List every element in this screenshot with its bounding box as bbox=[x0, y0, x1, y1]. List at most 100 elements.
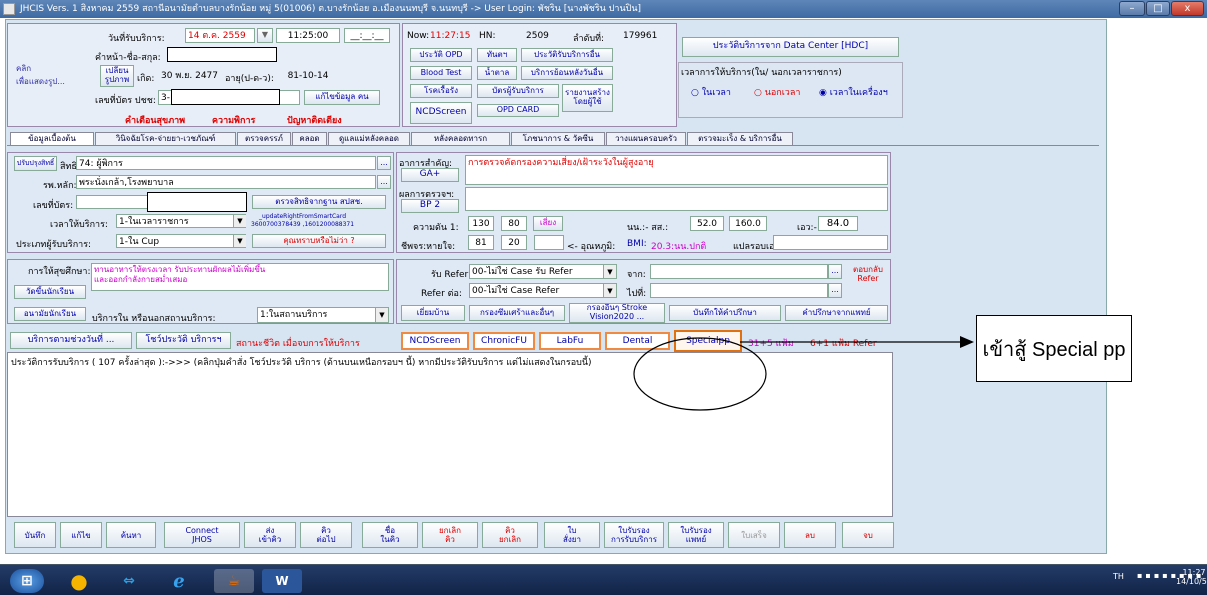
bottom-button-0[interactable]: บันทึก bbox=[14, 522, 56, 548]
advice-field[interactable]: ทานอาหารให้ตรงเวลา รับประทานผักผลไม้เพิ่… bbox=[91, 263, 389, 291]
pulse-field[interactable]: 81 bbox=[468, 235, 494, 250]
tab-cancer-other[interactable]: ตรวจมะเร็ง & บริการอื่น bbox=[687, 132, 793, 145]
tab-basic[interactable]: ข้อมูลเบื้องต้น bbox=[10, 132, 94, 145]
tab-postnatal-baby[interactable]: หลังคลอดทารก bbox=[411, 132, 510, 145]
chevron-down-icon[interactable]: ▼ bbox=[233, 215, 246, 227]
minimize-button[interactable]: – bbox=[1119, 1, 1145, 16]
risk-button[interactable]: เสี่ยง bbox=[533, 216, 563, 231]
check-rights-button[interactable]: ตรวจสิทธิจากฐาน สปสช. bbox=[252, 195, 386, 209]
depression-screen-button[interactable]: กรองซึมเศร้าและอื่นๆ bbox=[469, 305, 565, 321]
symptom-field[interactable]: การตรวจคัดกรองความเสี่ยง/เฝ้าระวังในผู้ส… bbox=[465, 155, 888, 185]
waist-interpret-field[interactable] bbox=[773, 235, 888, 250]
clock[interactable]: 11:2714/10/59 bbox=[1176, 568, 1207, 586]
student-measure-button[interactable]: วัดขึ้นนักเรียน bbox=[14, 285, 86, 299]
tab-family-planning[interactable]: วางแผนครอบครัว bbox=[606, 132, 686, 145]
service-date-field[interactable]: 14 ต.ค. 2559 bbox=[185, 28, 255, 43]
start-button[interactable]: ⊞ bbox=[10, 569, 44, 593]
doctor-consult-button[interactable]: คำปรึกษาจากแพทย์ bbox=[785, 305, 888, 321]
photo-placeholder[interactable]: คลิก เพื่อแสดงรูป... bbox=[16, 62, 65, 88]
bottom-button-1[interactable]: แก้ไข bbox=[60, 522, 102, 548]
tab-prenatal[interactable]: ตรวจครรภ์ bbox=[237, 132, 291, 145]
period-service-button[interactable]: บริการตามช่วงวันที่ ... bbox=[10, 332, 132, 349]
close-button[interactable]: x bbox=[1171, 1, 1204, 16]
refer-from-field[interactable] bbox=[650, 264, 828, 279]
refer-to-field[interactable] bbox=[650, 283, 828, 298]
dental-button[interactable]: ทันตฯ bbox=[477, 48, 517, 62]
right-field[interactable]: 74: ผู้พิการ bbox=[76, 156, 376, 170]
teamviewer-icon[interactable]: ⇔ bbox=[114, 569, 144, 593]
chronicfu-button[interactable]: ChronicFU bbox=[473, 332, 535, 350]
bottom-button-12[interactable]: ใบเสร็จ bbox=[728, 522, 780, 548]
bottom-button-4[interactable]: ส่ง เข้าคิว bbox=[244, 522, 296, 548]
bottom-button-10[interactable]: ใบรับรอง การรับบริการ bbox=[604, 522, 664, 548]
lang-indicator[interactable]: TH bbox=[1113, 572, 1124, 581]
service-time-field[interactable]: 11:25:00 bbox=[276, 28, 340, 43]
bottom-button-9[interactable]: ใบ สั่งยา bbox=[544, 522, 600, 548]
tab-postnatal-mother[interactable]: ดูแลแม่หลังคลอด bbox=[328, 132, 410, 145]
calendar-dropdown-icon[interactable]: ▼ bbox=[257, 28, 273, 43]
know-button[interactable]: คุณทราบหรือไม่ว่า ? bbox=[252, 234, 386, 248]
opd-history-button[interactable]: ประวัติ OPD bbox=[410, 48, 472, 62]
tab-diagnosis[interactable]: วินิจฉัยโรค-จ่ายยา-เวชภัณฑ์ bbox=[95, 132, 236, 145]
end-time-field[interactable]: __:__:__ bbox=[344, 28, 390, 43]
tab-nutrition-vaccine[interactable]: โภชนาการ & วัคซีน bbox=[511, 132, 605, 145]
chronic-button[interactable]: โรคเรื้อรัง bbox=[410, 84, 472, 98]
right-browse-button[interactable]: ... bbox=[377, 156, 391, 170]
bottom-button-6[interactable]: ชื่อ ในคิว bbox=[362, 522, 418, 548]
edit-person-button[interactable]: แก้ไขข้อมูล คน bbox=[304, 90, 380, 105]
update-rights-button[interactable]: ปรับปรุงสิทธิ์ bbox=[14, 156, 57, 171]
maximize-button[interactable]: □ bbox=[1146, 1, 1170, 16]
stroke-screen-button[interactable]: กรองอื่นๆ Stroke Vision2020 ... bbox=[569, 303, 665, 323]
chevron-down-icon[interactable]: ▼ bbox=[375, 308, 388, 322]
school-health-button[interactable]: อนามัยนักเรียน bbox=[14, 307, 86, 321]
blood-test-button[interactable]: Blood Test bbox=[410, 66, 472, 80]
radio-in-time[interactable]: ○ ในเวลา bbox=[691, 85, 731, 99]
ga-button[interactable]: GA+ bbox=[401, 168, 459, 182]
bottom-button-13[interactable]: ลบ bbox=[784, 522, 836, 548]
hosp-browse-button[interactable]: ... bbox=[377, 175, 391, 189]
chevron-down-icon[interactable]: ▼ bbox=[233, 235, 246, 247]
bp-diastolic-field[interactable]: 80 bbox=[501, 216, 527, 231]
bp-systolic-field[interactable]: 130 bbox=[468, 216, 494, 231]
health-alert-link[interactable]: คำเตือนสุขภาพ bbox=[125, 113, 185, 127]
waist-field[interactable]: 84.0 bbox=[818, 216, 858, 231]
home-visit-button[interactable]: เยี่ยมบ้าน bbox=[401, 305, 465, 321]
bottom-button-3[interactable]: Connect JHOS bbox=[164, 522, 240, 548]
ncdscreen-top-button[interactable]: NCDScreen bbox=[410, 102, 472, 124]
exam-field[interactable] bbox=[465, 187, 888, 211]
bottom-button-7[interactable]: ยกเลิก คิว bbox=[422, 522, 478, 548]
service-time-select[interactable]: 1-ในเวลาราชการ bbox=[116, 214, 246, 228]
service-card-button[interactable]: บัตรผู้รับบริการ bbox=[477, 84, 559, 98]
word-icon[interactable]: W bbox=[262, 569, 302, 593]
java-taskbar-icon[interactable]: ☕ bbox=[214, 569, 254, 593]
bp2-button[interactable]: BP 2 bbox=[401, 199, 459, 213]
height-field[interactable]: 160.0 bbox=[729, 216, 767, 231]
to-browse-button[interactable]: ... bbox=[828, 283, 842, 298]
ncdscreen-button[interactable]: NCDScreen bbox=[401, 332, 469, 350]
from-browse-button[interactable]: ... bbox=[828, 264, 842, 279]
bottom-button-8[interactable]: คิว ยกเลิก bbox=[482, 522, 538, 548]
temp-field[interactable] bbox=[534, 235, 564, 250]
sugar-button[interactable]: น้ำตาล bbox=[477, 66, 517, 80]
change-photo-button[interactable]: เปลี่ยนรูปภาพ bbox=[100, 65, 134, 87]
disability-link[interactable]: ความพิการ bbox=[212, 113, 255, 127]
bottom-button-14[interactable]: จบ bbox=[842, 522, 894, 548]
place-select[interactable]: 1:ในสถานบริการ bbox=[257, 307, 389, 323]
type-select[interactable]: 1-ใน Cup bbox=[116, 234, 246, 248]
user-report-button[interactable]: รายงานสร้างโดยผู้ใช้ bbox=[562, 84, 613, 112]
name-field[interactable] bbox=[167, 47, 277, 62]
hdc-history-button[interactable]: ประวัติบริการจาก Data Center [HDC] bbox=[682, 37, 899, 57]
consult-record-button[interactable]: บันทึกให้คำปรึกษา bbox=[669, 305, 781, 321]
main-hosp-field[interactable]: พระนั่งเกล้า,โรงพยาบาล bbox=[76, 175, 376, 189]
radio-machine-time[interactable]: ◉ เวลาในเครื่องฯ bbox=[819, 85, 888, 99]
other-history-button[interactable]: ประวัติรับบริการอื่น bbox=[521, 48, 613, 62]
labfu-button[interactable]: LabFu bbox=[539, 332, 601, 350]
radio-out-time[interactable]: ○ นอกเวลา bbox=[754, 85, 800, 99]
smartcard-link[interactable]: _updateRightFromSmartCard 3600700378439 … bbox=[251, 213, 354, 229]
refer-in-select[interactable]: 00-ไม่ใช่ Case รับ Refer bbox=[469, 264, 617, 279]
chevron-down-icon[interactable]: ▼ bbox=[603, 284, 616, 297]
reply-refer-link[interactable]: ตอบกลับ Refer bbox=[849, 265, 887, 283]
bedridden-link[interactable]: ปัญหาติดเตียง bbox=[287, 113, 342, 127]
opd-card-button[interactable]: OPD CARD bbox=[477, 104, 559, 117]
bottom-button-2[interactable]: ค้นหา bbox=[106, 522, 156, 548]
